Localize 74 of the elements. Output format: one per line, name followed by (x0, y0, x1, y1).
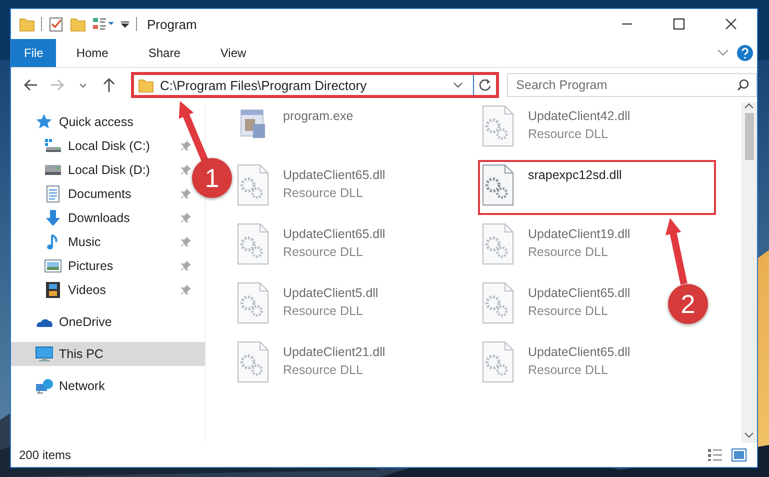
file-name[interactable]: UpdateClient21.dll (283, 345, 386, 359)
nav-item[interactable]: Pictures (68, 259, 114, 273)
scroll-down-icon[interactable] (744, 431, 754, 439)
nav-item[interactable]: Documents (68, 187, 132, 201)
monitor-icon (35, 345, 53, 363)
gears-file-icon (235, 163, 271, 207)
details-view-icon[interactable] (707, 448, 723, 462)
file-type: Resource DLL (283, 304, 364, 318)
search-field[interactable]: Search Program (507, 73, 757, 97)
ribbon-tab[interactable]: Share (128, 39, 200, 67)
ribbon-tab[interactable]: View (200, 39, 266, 67)
search-icon[interactable] (737, 79, 749, 91)
ribbon-tab[interactable]: Home (56, 39, 128, 67)
scrollbar-thumb[interactable] (744, 113, 754, 160)
gears-file-icon (480, 104, 516, 148)
file-type: Resource DLL (528, 363, 609, 377)
file-type: Resource DLL (283, 245, 364, 259)
file-menu-button[interactable]: File (11, 39, 56, 67)
download-arrow-icon (44, 209, 62, 227)
file-name[interactable]: UpdateClient19.dll (528, 227, 630, 241)
nav-item[interactable]: OneDrive (59, 315, 112, 329)
gears-file-icon (480, 222, 516, 266)
properties-icon[interactable] (92, 16, 114, 32)
nav-item[interactable]: Videos (68, 283, 106, 297)
file-type: Resource DLL (528, 304, 609, 318)
up-arrow-icon[interactable] (101, 77, 117, 93)
file-name[interactable]: UpdateClient65.dll (283, 227, 386, 241)
nav-item[interactable]: Network (59, 379, 105, 393)
gears-file-icon (480, 163, 516, 207)
dropdown-icon[interactable] (453, 81, 464, 89)
nav-item[interactable]: Music (68, 235, 101, 249)
folder-icon (138, 77, 154, 93)
dropdown-icon[interactable] (120, 19, 130, 29)
folder-icon (19, 16, 35, 32)
nav-item[interactable]: Local Disk (D:) (68, 163, 150, 177)
file-name[interactable]: program.exe (283, 109, 354, 123)
checklist-icon[interactable] (48, 16, 64, 32)
gears-file-icon (235, 340, 271, 384)
gears-file-icon (480, 281, 516, 325)
nav-item[interactable]: Quick access (59, 115, 134, 129)
file-type: Resource DLL (528, 245, 609, 259)
file-name[interactable]: UpdateClient42.dll (528, 109, 630, 123)
file-name[interactable]: UpdateClient65.dll (283, 168, 386, 182)
film-icon (44, 281, 62, 299)
drive-icon (44, 137, 62, 155)
window-title: Program (147, 16, 197, 32)
network-icon (35, 377, 53, 395)
gears-file-icon (235, 281, 271, 325)
scroll-up-icon[interactable] (744, 102, 754, 110)
gears-file-icon (480, 340, 516, 384)
document-icon (44, 185, 62, 203)
refresh-icon[interactable] (478, 78, 492, 92)
nav-item[interactable]: Local Disk (C:) (68, 139, 150, 153)
file-type: Resource DLL (528, 127, 609, 141)
picture-icon (44, 257, 62, 275)
gears-file-icon (235, 222, 271, 266)
back-arrow-icon[interactable] (23, 77, 39, 93)
scrollbar[interactable] (741, 102, 757, 443)
close-icon[interactable] (725, 18, 737, 30)
star-icon (35, 113, 53, 131)
file-name[interactable]: UpdateClient65.dll (528, 345, 630, 359)
nav-item[interactable]: Downloads (68, 211, 130, 225)
nav-item[interactable]: This PC (11, 342, 205, 366)
help-icon[interactable] (737, 45, 753, 61)
maximize-icon[interactable] (673, 18, 685, 30)
file-type: Resource DLL (283, 363, 364, 377)
file-name[interactable]: UpdateClient65.dll (528, 286, 630, 300)
chevron-icon[interactable] (717, 49, 729, 57)
file-name[interactable]: UpdateClient5.dll (283, 286, 378, 300)
item-count: 200 items (19, 448, 72, 462)
file-type: Resource DLL (283, 186, 364, 200)
large-icons-view-icon[interactable] (731, 448, 747, 462)
address-bar[interactable]: C:\Program Files\Program Directory (131, 72, 500, 98)
file-name[interactable]: srapexpc12sd.dll (528, 168, 622, 182)
